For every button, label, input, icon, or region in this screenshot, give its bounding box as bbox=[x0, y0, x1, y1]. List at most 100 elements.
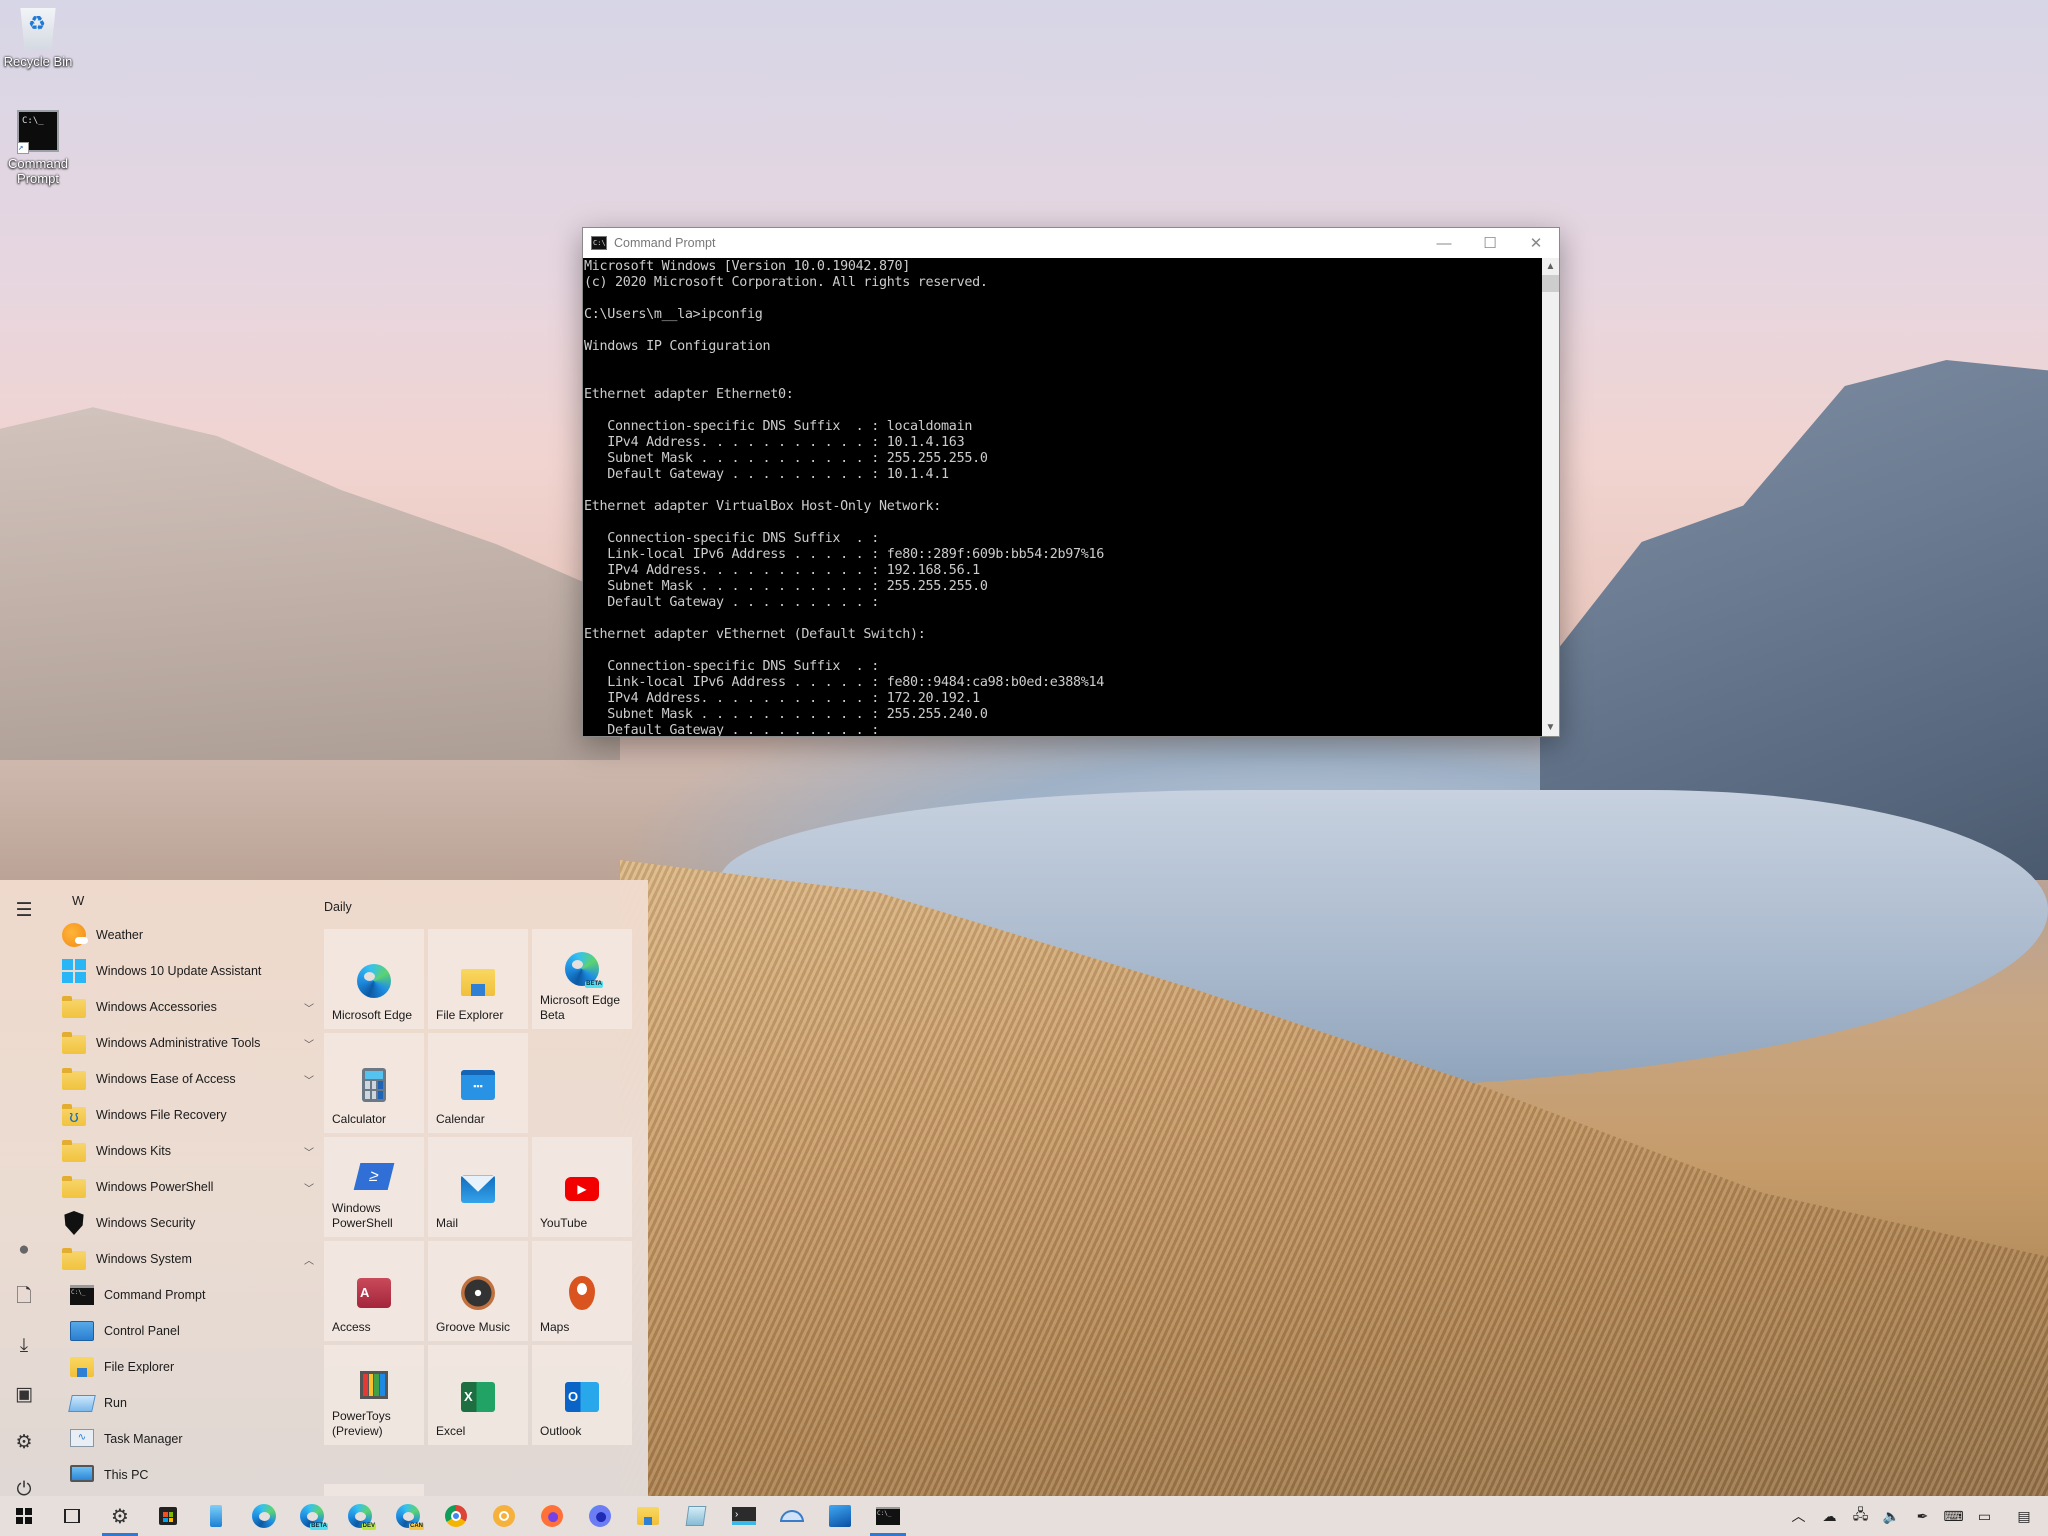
chevron-down-icon[interactable]: ﹀ bbox=[304, 1180, 314, 1195]
tile-file-explorer[interactable]: File Explorer bbox=[428, 929, 528, 1029]
onedrive-icon[interactable]: ☁ bbox=[1814, 1496, 1845, 1536]
taskbar-edge-beta[interactable]: BETA bbox=[288, 1496, 336, 1536]
hamburger-menu-icon[interactable]: ☰ bbox=[0, 886, 48, 934]
tile-edge[interactable]: Microsoft Edge bbox=[324, 929, 424, 1029]
touchpad-icon[interactable]: ▭ bbox=[1969, 1496, 2000, 1536]
tile-mail[interactable]: Mail bbox=[428, 1137, 528, 1237]
task-manager-icon: ∿ bbox=[70, 1427, 94, 1451]
chevron-up-icon[interactable]: ︿ bbox=[304, 1252, 314, 1267]
show-hidden-icon[interactable]: ︿ bbox=[1783, 1496, 1814, 1536]
taskbar-file-explorer[interactable] bbox=[624, 1496, 672, 1536]
tile-group-title[interactable]: Daily bbox=[324, 900, 352, 914]
close-button[interactable]: ✕ bbox=[1513, 228, 1559, 258]
action-center-icon[interactable]: ▤ bbox=[2000, 1496, 2048, 1536]
taskbar-notepad[interactable] bbox=[672, 1496, 720, 1536]
desktop-icon-command-prompt[interactable]: C:\_ ↗ Command Prompt bbox=[0, 110, 76, 186]
edge-canary-icon: CAN bbox=[396, 1504, 424, 1530]
user-avatar[interactable]: ● bbox=[0, 1226, 48, 1274]
settings-icon[interactable]: ⚙ bbox=[0, 1418, 48, 1466]
vertical-scrollbar[interactable]: ▲ ▼ bbox=[1542, 258, 1559, 736]
taskbar-start[interactable] bbox=[0, 1496, 48, 1536]
wallpaper-left-mountains bbox=[0, 407, 620, 760]
run-icon bbox=[68, 1391, 96, 1415]
chrome-canary-icon bbox=[493, 1505, 515, 1527]
control-panel-icon bbox=[70, 1319, 94, 1343]
app-list-item[interactable]: Weather bbox=[62, 917, 314, 953]
taskbar-firefox[interactable] bbox=[528, 1496, 576, 1536]
console-output[interactable]: Microsoft Windows [Version 10.0.19042.87… bbox=[583, 258, 1542, 736]
network-icon[interactable]: 🖧 bbox=[1845, 1496, 1876, 1536]
app-list-item[interactable]: C:\_ Command Prompt bbox=[70, 1277, 322, 1313]
app-list-item[interactable]: ʊ Windows File Recovery bbox=[62, 1097, 314, 1133]
pen-icon[interactable]: ✒ bbox=[1907, 1496, 1938, 1536]
start-menu[interactable]: ☰ ● 🗋 ⤓ ▣ ⚙ ⏻ W Weather Windows 10 Updat… bbox=[0, 880, 648, 1500]
command-prompt-window[interactable]: C:\ Command Prompt — ☐ ✕ Microsoft Windo… bbox=[582, 227, 1560, 737]
app-list-item[interactable]: Windows 10 Update Assistant bbox=[62, 953, 314, 989]
tile-calculator[interactable]: Calculator bbox=[324, 1033, 424, 1133]
tile-edge-beta[interactable]: BETA Microsoft Edge Beta bbox=[532, 929, 632, 1029]
chevron-down-icon[interactable]: ﹀ bbox=[304, 1036, 314, 1051]
tile-powershell[interactable]: ≥ Windows PowerShell bbox=[324, 1137, 424, 1237]
app-list-item[interactable]: File Explorer bbox=[70, 1349, 322, 1385]
taskbar-phone[interactable] bbox=[192, 1496, 240, 1536]
tile-outlook[interactable]: O Outlook bbox=[532, 1345, 632, 1445]
app-list-item[interactable]: Windows Administrative Tools ﹀ bbox=[62, 1025, 314, 1061]
tile-label: Microsoft Edge bbox=[332, 1008, 413, 1022]
touch-keyboard-icon[interactable]: ⌨ bbox=[1938, 1496, 1969, 1536]
scroll-up-button[interactable]: ▲ bbox=[1542, 258, 1559, 275]
chevron-down-icon[interactable]: ﹀ bbox=[304, 1000, 314, 1015]
partial-tile[interactable] bbox=[324, 1484, 424, 1496]
chevron-down-icon[interactable]: ﹀ bbox=[304, 1144, 314, 1159]
taskbar-terminal[interactable]: › bbox=[720, 1496, 768, 1536]
pictures-icon[interactable]: ▣ bbox=[0, 1370, 48, 1418]
app-list-item[interactable]: Windows Security bbox=[62, 1205, 314, 1241]
tile-powertoys[interactable]: PowerToys (Preview) bbox=[324, 1345, 424, 1445]
taskbar-edge[interactable] bbox=[240, 1496, 288, 1536]
taskbar-chrome-canary[interactable] bbox=[480, 1496, 528, 1536]
file-explorer-icon bbox=[70, 1355, 94, 1379]
terminal-icon: › bbox=[732, 1507, 756, 1525]
tile-calendar[interactable]: ▪▪▪ Calendar bbox=[428, 1033, 528, 1133]
volume-icon[interactable]: 🔈 bbox=[1876, 1496, 1907, 1536]
minimize-button[interactable]: — bbox=[1421, 228, 1467, 258]
taskbar-firefox-nightly[interactable] bbox=[576, 1496, 624, 1536]
taskbar-settings[interactable]: ⚙ bbox=[96, 1496, 144, 1536]
tile-access[interactable]: A Access bbox=[324, 1241, 424, 1341]
taskbar-task-view[interactable] bbox=[48, 1496, 96, 1536]
maximize-button[interactable]: ☐ bbox=[1467, 228, 1513, 258]
letter-header[interactable]: W bbox=[72, 893, 84, 908]
app-list-item[interactable]: Windows PowerShell ﹀ bbox=[62, 1169, 314, 1205]
app-label: File Explorer bbox=[104, 1360, 175, 1374]
taskbar-command-prompt[interactable]: C:\_ bbox=[864, 1496, 912, 1536]
app-list-item[interactable]: Control Panel bbox=[70, 1313, 322, 1349]
taskbar-edge-canary[interactable]: CAN bbox=[384, 1496, 432, 1536]
app-label: Windows Ease of Access bbox=[96, 1072, 236, 1086]
taskbar-photos[interactable] bbox=[816, 1496, 864, 1536]
taskbar-edge-dev[interactable]: DEV bbox=[336, 1496, 384, 1536]
app-list-item[interactable]: Windows Ease of Access ﹀ bbox=[62, 1061, 314, 1097]
tile-youtube[interactable]: ▶ YouTube bbox=[532, 1137, 632, 1237]
app-label: Windows File Recovery bbox=[96, 1108, 227, 1122]
downloads-icon[interactable]: ⤓ bbox=[0, 1322, 48, 1370]
app-list-item[interactable]: Windows Kits ﹀ bbox=[62, 1133, 314, 1169]
taskbar-chrome[interactable] bbox=[432, 1496, 480, 1536]
app-list-item[interactable]: This PC bbox=[70, 1457, 322, 1493]
taskbar-microsoft-store[interactable] bbox=[144, 1496, 192, 1536]
app-label: Windows 10 Update Assistant bbox=[96, 964, 262, 978]
tile-maps[interactable]: Maps bbox=[532, 1241, 632, 1341]
documents-icon[interactable]: 🗋 bbox=[0, 1274, 48, 1322]
app-list-item[interactable]: Windows System ︿ bbox=[62, 1241, 314, 1277]
chevron-down-icon[interactable]: ﹀ bbox=[304, 1072, 314, 1087]
tile-excel[interactable]: X Excel bbox=[428, 1345, 528, 1445]
desktop-icon-recycle-bin[interactable]: Recycle Bin bbox=[0, 8, 76, 69]
tile-groove[interactable]: Groove Music bbox=[428, 1241, 528, 1341]
folder-icon bbox=[62, 1031, 86, 1055]
app-list-item[interactable]: Windows Accessories ﹀ bbox=[62, 989, 314, 1025]
app-list-item[interactable]: ∿ Task Manager bbox=[70, 1421, 322, 1457]
app-list-item[interactable]: Run bbox=[68, 1385, 322, 1421]
scroll-thumb[interactable] bbox=[1542, 275, 1559, 292]
taskbar-protractor[interactable] bbox=[768, 1496, 816, 1536]
scroll-down-button[interactable]: ▼ bbox=[1542, 719, 1559, 736]
title-bar[interactable]: C:\ Command Prompt — ☐ ✕ bbox=[583, 228, 1559, 258]
protractor-icon bbox=[780, 1510, 804, 1522]
